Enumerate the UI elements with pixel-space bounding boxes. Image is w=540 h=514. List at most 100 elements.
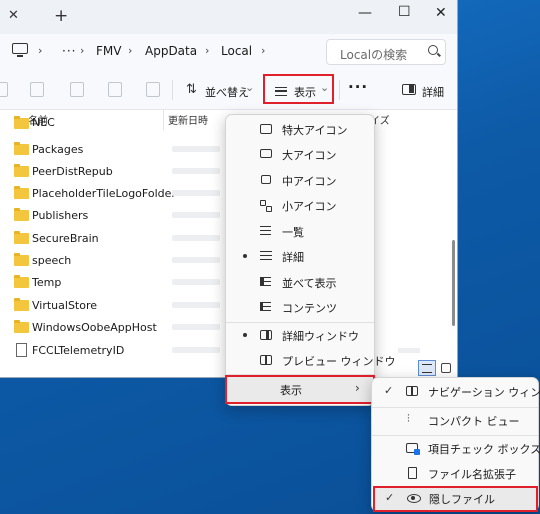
view-menu: 特大アイコン 大アイコン 中アイコン 小アイコン 一覧 詳細 並べて表示 コンテ… <box>225 114 396 406</box>
sort-icon: ⇅ <box>186 82 197 97</box>
address-bar: › ··· › FMV › AppData › Local › Localの検索 <box>0 34 457 70</box>
check-icon: ✓ <box>385 491 395 504</box>
chevron-right-icon: › <box>38 44 43 57</box>
menu-item-details-pane[interactable]: 詳細ウィンドウ <box>226 323 374 348</box>
menu-item-label: プレビュー ウィンドウ <box>282 355 396 368</box>
cut-icon[interactable] <box>0 82 8 97</box>
list-item[interactable]: Packages <box>0 139 240 161</box>
breadcrumb-overflow[interactable]: ··· <box>62 44 76 58</box>
submenu-item-label: 項目チェック ボックス <box>428 443 540 456</box>
file-name: NEC <box>32 116 55 129</box>
menu-item-show[interactable]: 表示 › <box>225 375 375 404</box>
search-input[interactable]: Localの検索 <box>326 39 446 65</box>
file-date <box>172 279 220 285</box>
view-button-label: 表示 <box>294 86 316 99</box>
menu-item-label: 小アイコン <box>282 200 337 213</box>
breadcrumb-appdata[interactable]: AppData <box>145 44 197 58</box>
file-date <box>172 235 220 241</box>
menu-item-label: 詳細 <box>282 251 304 264</box>
menu-item-content[interactable]: コンテンツ <box>226 295 374 320</box>
list-item[interactable]: speech <box>0 250 240 272</box>
navigation-pane-icon <box>406 386 418 396</box>
list-item[interactable]: NEC <box>0 116 240 138</box>
chevron-down-icon: ⌄ <box>245 81 255 94</box>
menu-item-details[interactable]: 詳細 <box>226 244 374 269</box>
list-item[interactable]: PlaceholderTileLogoFolder <box>0 183 240 205</box>
menu-item-preview-pane[interactable]: プレビュー ウィンドウ <box>226 348 396 373</box>
details-view-toggle[interactable] <box>418 360 436 376</box>
folder-icon <box>14 320 29 333</box>
delete-icon[interactable] <box>146 82 160 97</box>
submenu-item-hidden-files[interactable]: ✓ 隠しファイル <box>373 486 538 512</box>
tab-close-button[interactable]: ✕ <box>8 8 19 23</box>
vertical-scrollbar[interactable] <box>452 240 455 326</box>
chevron-down-icon: ⌄ <box>320 81 330 94</box>
menu-item-tiles[interactable]: 並べて表示 <box>226 270 374 295</box>
menu-item-extra-large-icons[interactable]: 特大アイコン <box>226 117 374 142</box>
large-icons-view-toggle[interactable] <box>441 363 451 373</box>
breadcrumb-fmv[interactable]: FMV <box>96 44 121 58</box>
file-extension-icon <box>408 467 417 479</box>
chevron-right-icon: › <box>80 44 85 57</box>
details-button[interactable]: 詳細 <box>422 84 444 100</box>
folder-icon <box>14 298 29 311</box>
folder-icon <box>14 253 29 266</box>
list-item[interactable]: FCCLTelemetryID <box>0 340 240 362</box>
menu-item-medium-icons[interactable]: 中アイコン <box>226 168 374 193</box>
box-icon-m <box>261 175 271 184</box>
share-icon[interactable] <box>108 82 122 97</box>
submenu-item-compact-view[interactable]: ⫶ コンパクト ビュー <box>372 408 538 434</box>
list-item[interactable]: WindowsOobeAppHost <box>0 317 240 339</box>
selected-bullet-icon <box>243 333 247 337</box>
chevron-right-icon: › <box>261 44 266 57</box>
file-name: Packages <box>32 143 84 156</box>
chevron-right-icon: › <box>128 44 133 57</box>
view-button[interactable]: 表示 ⌄ <box>263 74 334 104</box>
list-item[interactable]: SecureBrain <box>0 228 240 250</box>
box-icon-xl <box>260 124 272 134</box>
file-date <box>172 347 220 353</box>
submenu-item-navigation-pane[interactable]: ✓ ナビゲーション ウィンドウ <box>372 379 540 405</box>
file-date <box>172 212 220 218</box>
submenu-item-file-extensions[interactable]: ファイル名拡張子 <box>372 461 538 487</box>
list-item[interactable]: Temp <box>0 272 240 294</box>
eye-icon <box>407 492 421 503</box>
maximize-button[interactable]: ☐ <box>398 4 411 20</box>
search-icon <box>428 45 438 55</box>
breadcrumb-local[interactable]: Local <box>221 44 252 58</box>
close-button[interactable]: ✕ <box>435 5 447 21</box>
list-item[interactable]: PeerDistRepub <box>0 161 240 183</box>
rename-icon[interactable] <box>70 82 84 97</box>
toolbar-divider <box>339 80 340 100</box>
folder-icon <box>14 231 29 244</box>
toolbar-divider <box>172 80 173 100</box>
details-pane-icon[interactable] <box>402 84 416 95</box>
details-lines-icon <box>260 251 272 260</box>
command-bar: ⇅ 並べ替え ⌄ 表示 ⌄ ··· 詳細 <box>0 70 457 110</box>
menu-item-list[interactable]: 一覧 <box>226 219 374 244</box>
this-pc-icon[interactable] <box>12 43 28 57</box>
sort-button[interactable]: 並べ替え <box>205 84 249 100</box>
new-tab-button[interactable]: + <box>54 6 68 26</box>
file-name: FCCLTelemetryID <box>32 344 125 357</box>
details-pane-icon <box>260 330 272 340</box>
menu-item-small-icons[interactable]: 小アイコン <box>226 193 374 218</box>
list-item[interactable]: VirtualStore <box>0 295 240 317</box>
list-icon <box>260 226 271 235</box>
file-name: Temp <box>32 276 62 289</box>
copy-icon[interactable] <box>30 82 44 97</box>
view-lines-icon <box>275 87 287 96</box>
submenu-item-item-checkboxes[interactable]: 項目チェック ボックス <box>372 436 540 462</box>
menu-item-label: 一覧 <box>282 226 304 239</box>
file-date <box>172 168 220 174</box>
submenu-item-label: コンパクト ビュー <box>428 415 520 428</box>
search-placeholder: Localの検索 <box>340 48 408 62</box>
file-icon <box>16 343 27 357</box>
selected-bullet-icon <box>243 254 247 258</box>
file-name: VirtualStore <box>32 299 98 312</box>
menu-item-large-icons[interactable]: 大アイコン <box>226 142 374 167</box>
file-size-value <box>398 348 420 353</box>
minimize-button[interactable]: — <box>358 5 372 21</box>
more-options-button[interactable]: ··· <box>348 78 368 96</box>
list-item[interactable]: Publishers <box>0 205 240 227</box>
